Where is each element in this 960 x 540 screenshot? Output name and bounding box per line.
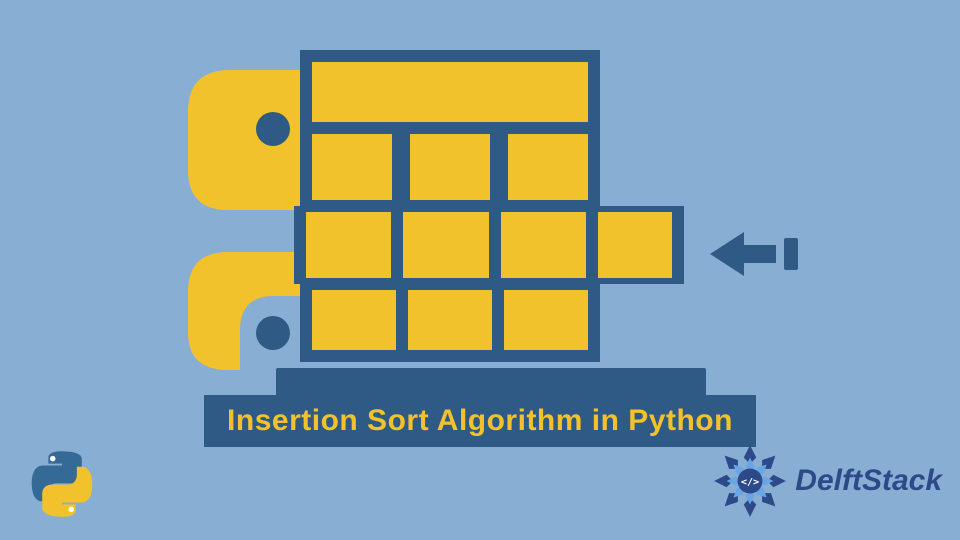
title-bar: Insertion Sort Algorithm in Python (204, 395, 756, 447)
grid-cell (495, 206, 592, 284)
grid-cell (300, 284, 402, 362)
grid-stack-icon (300, 50, 640, 360)
grid-cell (398, 128, 496, 206)
python-eye-dot (256, 112, 290, 146)
grid-row (300, 128, 600, 206)
grid-cell (294, 206, 397, 284)
grid-cell (300, 128, 398, 206)
svg-text:</>: </> (741, 477, 759, 488)
arrow-cap (784, 238, 798, 270)
delftstack-mandala-icon: </> (711, 442, 789, 520)
arrow-left-icon (710, 232, 800, 276)
python-logo-icon (28, 450, 96, 518)
grid-header (300, 50, 600, 128)
page-title: Insertion Sort Algorithm in Python (227, 404, 733, 438)
brand: </> DelftStack (711, 442, 942, 520)
grid-row (300, 284, 600, 362)
grid-cell (496, 128, 600, 206)
grid-cell (498, 284, 600, 362)
main-illustration (170, 50, 790, 420)
grid-cell (592, 206, 684, 284)
arrow-shaft (744, 245, 776, 263)
grid-cell (402, 284, 498, 362)
brand-name: DelftStack (795, 464, 942, 498)
grid-row-extended (294, 206, 684, 284)
thumbnail-canvas: Insertion Sort Algorithm in Python (0, 0, 960, 540)
arrow-head (710, 232, 744, 276)
grid-cell (397, 206, 494, 284)
python-eye-dot (256, 316, 290, 350)
